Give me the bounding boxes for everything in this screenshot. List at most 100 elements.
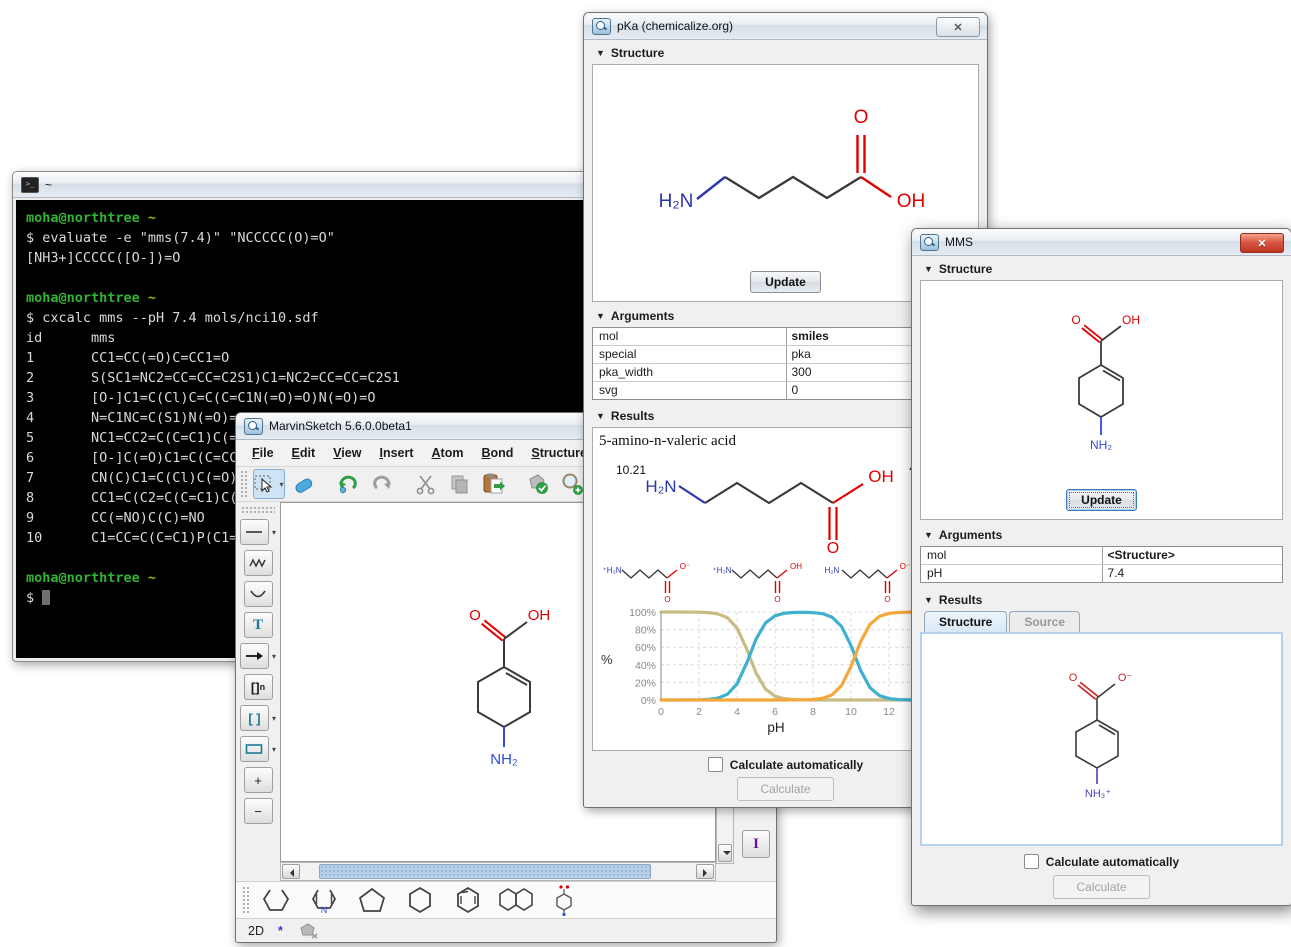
- canvas-molecule: O OH NH₂: [439, 589, 559, 784]
- arg-value[interactable]: 7.4: [1102, 565, 1283, 582]
- terminal-line: 3 [O-]C1=C(Cl)C=C(C=C1N(=O)=O)N(=O)=O: [26, 388, 583, 408]
- ms-left-label: H₂N: [825, 566, 840, 575]
- repeat-label: []: [251, 680, 260, 695]
- pka-titlebar[interactable]: pKa (chemicalize.org) ✕: [584, 13, 987, 40]
- dropdown-icon[interactable]: ▾: [272, 745, 276, 754]
- pka-calculate-button[interactable]: Calculate: [737, 777, 833, 801]
- arg-value[interactable]: <Structure>: [1102, 547, 1283, 564]
- copy-button[interactable]: [445, 470, 475, 498]
- y-tick-label: 0%: [641, 695, 656, 707]
- template-cyclopentane[interactable]: [349, 884, 395, 916]
- y-tick-label: 60%: [635, 642, 656, 654]
- text-tool-button[interactable]: T: [244, 612, 273, 638]
- template-drag-handle[interactable]: [242, 886, 249, 914]
- cut-button[interactable]: [411, 470, 441, 498]
- hscroll-left-arrow[interactable]: [282, 864, 300, 879]
- menu-insert[interactable]: Insert: [371, 444, 421, 462]
- marvinsketch-title: MarvinSketch 5.6.0.0beta1: [269, 419, 412, 433]
- tab-structure[interactable]: Structure: [924, 611, 1007, 632]
- x-tick-label: 4: [734, 706, 740, 718]
- canvas-horizontal-scrollbar[interactable]: [280, 862, 716, 881]
- toolbar-drag-handle[interactable]: [240, 470, 247, 498]
- eraser-icon: [292, 473, 316, 495]
- x-tick-label: 0: [658, 706, 664, 718]
- menu-file[interactable]: File: [244, 444, 282, 462]
- terminal-line: $ evaluate -e "mms(7.4)" "NCCCCC(O)=O": [26, 228, 583, 248]
- terminal-titlebar[interactable]: >_ ~: [13, 172, 586, 198]
- structure-checker-icon[interactable]: [297, 922, 319, 940]
- repeating-group-button[interactable]: []n: [244, 674, 273, 700]
- palette-drag-handle[interactable]: [241, 506, 275, 514]
- mms-update-button[interactable]: Update: [1066, 489, 1137, 511]
- x-tick-label: 6: [772, 706, 778, 718]
- chain-tool-button[interactable]: [244, 550, 273, 576]
- mms-results-panel[interactable]: O O⁻ NH₃⁺: [920, 632, 1283, 846]
- mms-structure-panel[interactable]: O OH NH₂ Update: [920, 280, 1283, 520]
- template-naphthalene[interactable]: [493, 884, 539, 916]
- atom-label-o-minus: O⁻: [1118, 672, 1133, 684]
- repeat-sub: n: [260, 682, 266, 692]
- dimension-mode: 2D: [248, 924, 264, 938]
- mms-title: MMS: [945, 235, 973, 249]
- mms-body: ▼ Structure O OH NH₂ Update ▼ Arguments: [916, 256, 1287, 901]
- eraser-button[interactable]: [289, 470, 319, 498]
- pka-basic-value: 10.21: [616, 463, 646, 477]
- arg-name: svg: [593, 382, 786, 399]
- undo-button[interactable]: [333, 470, 363, 498]
- mms-titlebar[interactable]: MMS ✕: [912, 229, 1291, 256]
- dropdown-icon[interactable]: ▾: [272, 714, 276, 723]
- insert-button[interactable]: I: [742, 830, 770, 858]
- calculate-automatically-checkbox[interactable]: [1024, 854, 1039, 869]
- atom-label-h2n: H₂N: [659, 191, 694, 212]
- update-label: Update: [765, 275, 806, 289]
- ms-bottom-label: O: [664, 595, 670, 604]
- decrease-charge-button[interactable]: −: [244, 798, 273, 824]
- redo-button[interactable]: [367, 470, 397, 498]
- terminal-line: [NH3+]CCCCC([O-])=O: [26, 248, 583, 268]
- template-custom-structure[interactable]: [541, 884, 587, 916]
- mms-close-button[interactable]: ✕: [1240, 233, 1284, 253]
- hscroll-right-arrow[interactable]: [696, 864, 714, 879]
- atom-label-nh2: NH₂: [1090, 438, 1112, 452]
- template-pyrrole[interactable]: N: [301, 884, 347, 916]
- dropdown-icon[interactable]: ▾: [272, 528, 276, 537]
- check-structure-button[interactable]: [523, 470, 553, 498]
- arc-tool-button[interactable]: [244, 581, 273, 607]
- tab-source[interactable]: Source: [1009, 611, 1080, 632]
- mms-arguments-header[interactable]: ▼ Arguments: [920, 524, 1283, 546]
- terminal-line: moha@northtree ~: [26, 208, 583, 228]
- ms-right-label: O⁻: [680, 562, 690, 571]
- template-benzene[interactable]: [445, 884, 491, 916]
- x-tick-label: 12: [883, 706, 895, 718]
- brackets-button[interactable]: [ ]: [240, 705, 269, 731]
- dropdown-icon[interactable]: ▾: [272, 652, 276, 661]
- pka-update-button[interactable]: Update: [750, 271, 821, 293]
- template-cyclohexane[interactable]: [397, 884, 443, 916]
- reaction-arrow-button[interactable]: [240, 643, 269, 669]
- dropdown-icon[interactable]: ▾: [279, 480, 283, 489]
- pka-close-button[interactable]: ✕: [936, 17, 980, 37]
- arg-name: mol: [593, 328, 786, 345]
- arg-name: mol: [921, 547, 1102, 564]
- vscroll-down-arrow[interactable]: [718, 844, 732, 862]
- mms-input-molecule: O OH NH₂: [1046, 299, 1156, 467]
- mms-calculate-button[interactable]: Calculate: [1053, 875, 1149, 899]
- rectangle-tool-button[interactable]: [240, 736, 269, 762]
- menu-atom[interactable]: Atom: [424, 444, 472, 462]
- mms-arguments-table: mol <Structure> pH 7.4: [920, 546, 1283, 583]
- pka-structure-header[interactable]: ▼ Structure: [592, 42, 979, 64]
- increase-charge-button[interactable]: +: [244, 767, 273, 793]
- ms-left-label: ⁺H₃N: [602, 566, 621, 575]
- menu-edit[interactable]: Edit: [284, 444, 324, 462]
- mms-structure-header[interactable]: ▼ Structure: [920, 258, 1283, 280]
- paste-button[interactable]: [479, 470, 509, 498]
- mms-results-header[interactable]: ▼ Results: [920, 589, 1283, 611]
- calculate-automatically-checkbox[interactable]: [708, 757, 723, 772]
- menu-view[interactable]: View: [325, 444, 369, 462]
- single-bond-button[interactable]: [240, 519, 269, 545]
- atom-label-oh: OH: [528, 607, 551, 624]
- menu-bond[interactable]: Bond: [473, 444, 521, 462]
- select-rectangle-button[interactable]: ▾: [253, 469, 285, 499]
- hscroll-thumb[interactable]: [319, 864, 651, 879]
- template-cyclopentadiene[interactable]: [253, 884, 299, 916]
